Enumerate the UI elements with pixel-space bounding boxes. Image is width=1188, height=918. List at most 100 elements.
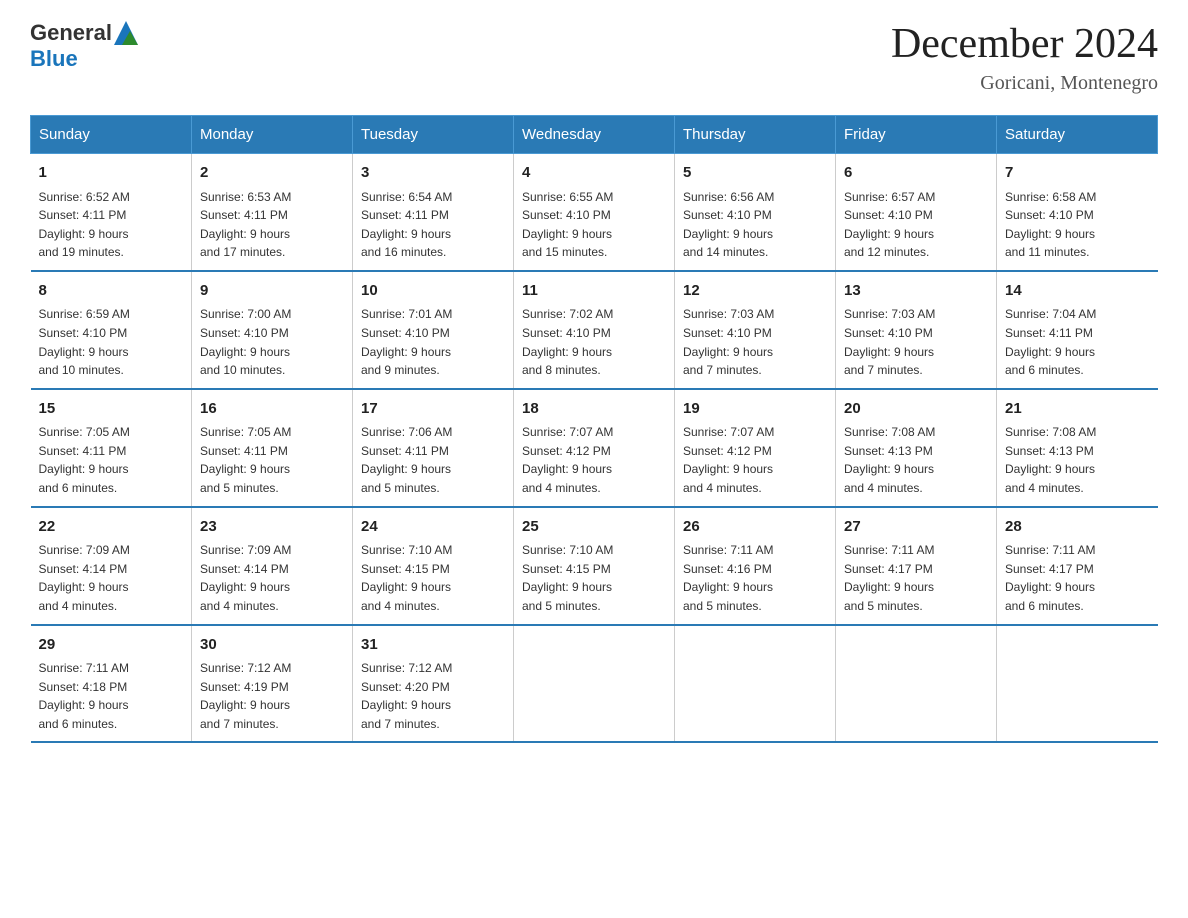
table-row: 3 Sunrise: 6:54 AM Sunset: 4:11 PM Dayli…	[353, 154, 514, 271]
day-info: Sunrise: 7:12 AM Sunset: 4:19 PM Dayligh…	[200, 659, 344, 733]
day-number: 16	[200, 398, 344, 421]
day-number: 23	[200, 516, 344, 539]
day-info: Sunrise: 7:01 AM Sunset: 4:10 PM Dayligh…	[361, 305, 505, 379]
day-number: 15	[39, 398, 184, 421]
table-row: 2 Sunrise: 6:53 AM Sunset: 4:11 PM Dayli…	[192, 154, 353, 271]
day-number: 1	[39, 162, 184, 185]
day-number: 2	[200, 162, 344, 185]
page-header: General Blue December 2024 Goricani, Mon…	[30, 20, 1158, 95]
day-number: 30	[200, 634, 344, 657]
day-number: 10	[361, 280, 505, 303]
table-row: 24 Sunrise: 7:10 AM Sunset: 4:15 PM Dayl…	[353, 507, 514, 625]
day-number: 8	[39, 280, 184, 303]
col-sunday: Sunday	[31, 116, 192, 154]
col-thursday: Thursday	[675, 116, 836, 154]
table-row	[997, 625, 1158, 743]
table-row: 23 Sunrise: 7:09 AM Sunset: 4:14 PM Dayl…	[192, 507, 353, 625]
table-row: 25 Sunrise: 7:10 AM Sunset: 4:15 PM Dayl…	[514, 507, 675, 625]
day-info: Sunrise: 7:12 AM Sunset: 4:20 PM Dayligh…	[361, 659, 505, 733]
day-info: Sunrise: 7:03 AM Sunset: 4:10 PM Dayligh…	[683, 305, 827, 379]
calendar-week-row: 15 Sunrise: 7:05 AM Sunset: 4:11 PM Dayl…	[31, 389, 1158, 507]
day-info: Sunrise: 6:53 AM Sunset: 4:11 PM Dayligh…	[200, 188, 344, 262]
title-section: December 2024 Goricani, Montenegro	[891, 20, 1158, 95]
table-row: 30 Sunrise: 7:12 AM Sunset: 4:19 PM Dayl…	[192, 625, 353, 743]
day-number: 22	[39, 516, 184, 539]
table-row: 8 Sunrise: 6:59 AM Sunset: 4:10 PM Dayli…	[31, 271, 192, 389]
table-row: 15 Sunrise: 7:05 AM Sunset: 4:11 PM Dayl…	[31, 389, 192, 507]
table-row: 28 Sunrise: 7:11 AM Sunset: 4:17 PM Dayl…	[997, 507, 1158, 625]
table-row: 27 Sunrise: 7:11 AM Sunset: 4:17 PM Dayl…	[836, 507, 997, 625]
day-number: 19	[683, 398, 827, 421]
col-tuesday: Tuesday	[353, 116, 514, 154]
table-row	[675, 625, 836, 743]
col-friday: Friday	[836, 116, 997, 154]
day-info: Sunrise: 7:08 AM Sunset: 4:13 PM Dayligh…	[844, 423, 988, 497]
table-row	[514, 625, 675, 743]
table-row: 10 Sunrise: 7:01 AM Sunset: 4:10 PM Dayl…	[353, 271, 514, 389]
day-info: Sunrise: 7:07 AM Sunset: 4:12 PM Dayligh…	[683, 423, 827, 497]
day-info: Sunrise: 6:57 AM Sunset: 4:10 PM Dayligh…	[844, 188, 988, 262]
table-row: 1 Sunrise: 6:52 AM Sunset: 4:11 PM Dayli…	[31, 154, 192, 271]
table-row: 12 Sunrise: 7:03 AM Sunset: 4:10 PM Dayl…	[675, 271, 836, 389]
logo: General Blue	[30, 20, 138, 72]
day-number: 7	[1005, 162, 1150, 185]
day-number: 28	[1005, 516, 1150, 539]
day-info: Sunrise: 6:54 AM Sunset: 4:11 PM Dayligh…	[361, 188, 505, 262]
col-monday: Monday	[192, 116, 353, 154]
day-number: 27	[844, 516, 988, 539]
table-row: 19 Sunrise: 7:07 AM Sunset: 4:12 PM Dayl…	[675, 389, 836, 507]
day-info: Sunrise: 6:52 AM Sunset: 4:11 PM Dayligh…	[39, 188, 184, 262]
day-number: 26	[683, 516, 827, 539]
day-number: 21	[1005, 398, 1150, 421]
table-row: 11 Sunrise: 7:02 AM Sunset: 4:10 PM Dayl…	[514, 271, 675, 389]
day-info: Sunrise: 7:11 AM Sunset: 4:17 PM Dayligh…	[844, 541, 988, 615]
logo-triangle-icon	[114, 21, 138, 45]
day-info: Sunrise: 6:58 AM Sunset: 4:10 PM Dayligh…	[1005, 188, 1150, 262]
day-info: Sunrise: 6:59 AM Sunset: 4:10 PM Dayligh…	[39, 305, 184, 379]
day-number: 29	[39, 634, 184, 657]
table-row: 4 Sunrise: 6:55 AM Sunset: 4:10 PM Dayli…	[514, 154, 675, 271]
table-row: 20 Sunrise: 7:08 AM Sunset: 4:13 PM Dayl…	[836, 389, 997, 507]
day-info: Sunrise: 7:10 AM Sunset: 4:15 PM Dayligh…	[522, 541, 666, 615]
day-number: 18	[522, 398, 666, 421]
day-number: 24	[361, 516, 505, 539]
day-number: 12	[683, 280, 827, 303]
col-saturday: Saturday	[997, 116, 1158, 154]
day-info: Sunrise: 7:06 AM Sunset: 4:11 PM Dayligh…	[361, 423, 505, 497]
table-row: 6 Sunrise: 6:57 AM Sunset: 4:10 PM Dayli…	[836, 154, 997, 271]
table-row: 13 Sunrise: 7:03 AM Sunset: 4:10 PM Dayl…	[836, 271, 997, 389]
day-number: 13	[844, 280, 988, 303]
day-number: 4	[522, 162, 666, 185]
day-number: 5	[683, 162, 827, 185]
day-info: Sunrise: 7:11 AM Sunset: 4:16 PM Dayligh…	[683, 541, 827, 615]
day-number: 31	[361, 634, 505, 657]
col-wednesday: Wednesday	[514, 116, 675, 154]
table-row: 22 Sunrise: 7:09 AM Sunset: 4:14 PM Dayl…	[31, 507, 192, 625]
logo-general-text: General	[30, 20, 112, 46]
day-info: Sunrise: 7:03 AM Sunset: 4:10 PM Dayligh…	[844, 305, 988, 379]
table-row	[836, 625, 997, 743]
table-row: 9 Sunrise: 7:00 AM Sunset: 4:10 PM Dayli…	[192, 271, 353, 389]
table-row: 7 Sunrise: 6:58 AM Sunset: 4:10 PM Dayli…	[997, 154, 1158, 271]
calendar-week-row: 8 Sunrise: 6:59 AM Sunset: 4:10 PM Dayli…	[31, 271, 1158, 389]
day-info: Sunrise: 7:00 AM Sunset: 4:10 PM Dayligh…	[200, 305, 344, 379]
day-info: Sunrise: 7:10 AM Sunset: 4:15 PM Dayligh…	[361, 541, 505, 615]
day-info: Sunrise: 7:04 AM Sunset: 4:11 PM Dayligh…	[1005, 305, 1150, 379]
day-info: Sunrise: 6:56 AM Sunset: 4:10 PM Dayligh…	[683, 188, 827, 262]
table-row: 21 Sunrise: 7:08 AM Sunset: 4:13 PM Dayl…	[997, 389, 1158, 507]
day-info: Sunrise: 7:02 AM Sunset: 4:10 PM Dayligh…	[522, 305, 666, 379]
day-number: 25	[522, 516, 666, 539]
day-number: 11	[522, 280, 666, 303]
day-number: 17	[361, 398, 505, 421]
location-title: Goricani, Montenegro	[891, 72, 1158, 95]
day-number: 14	[1005, 280, 1150, 303]
day-info: Sunrise: 6:55 AM Sunset: 4:10 PM Dayligh…	[522, 188, 666, 262]
calendar-week-row: 22 Sunrise: 7:09 AM Sunset: 4:14 PM Dayl…	[31, 507, 1158, 625]
calendar-week-row: 1 Sunrise: 6:52 AM Sunset: 4:11 PM Dayli…	[31, 154, 1158, 271]
table-row: 29 Sunrise: 7:11 AM Sunset: 4:18 PM Dayl…	[31, 625, 192, 743]
calendar-table: Sunday Monday Tuesday Wednesday Thursday…	[30, 115, 1158, 743]
logo-blue-text: Blue	[30, 46, 138, 72]
day-info: Sunrise: 7:09 AM Sunset: 4:14 PM Dayligh…	[39, 541, 184, 615]
table-row: 16 Sunrise: 7:05 AM Sunset: 4:11 PM Dayl…	[192, 389, 353, 507]
day-info: Sunrise: 7:05 AM Sunset: 4:11 PM Dayligh…	[39, 423, 184, 497]
